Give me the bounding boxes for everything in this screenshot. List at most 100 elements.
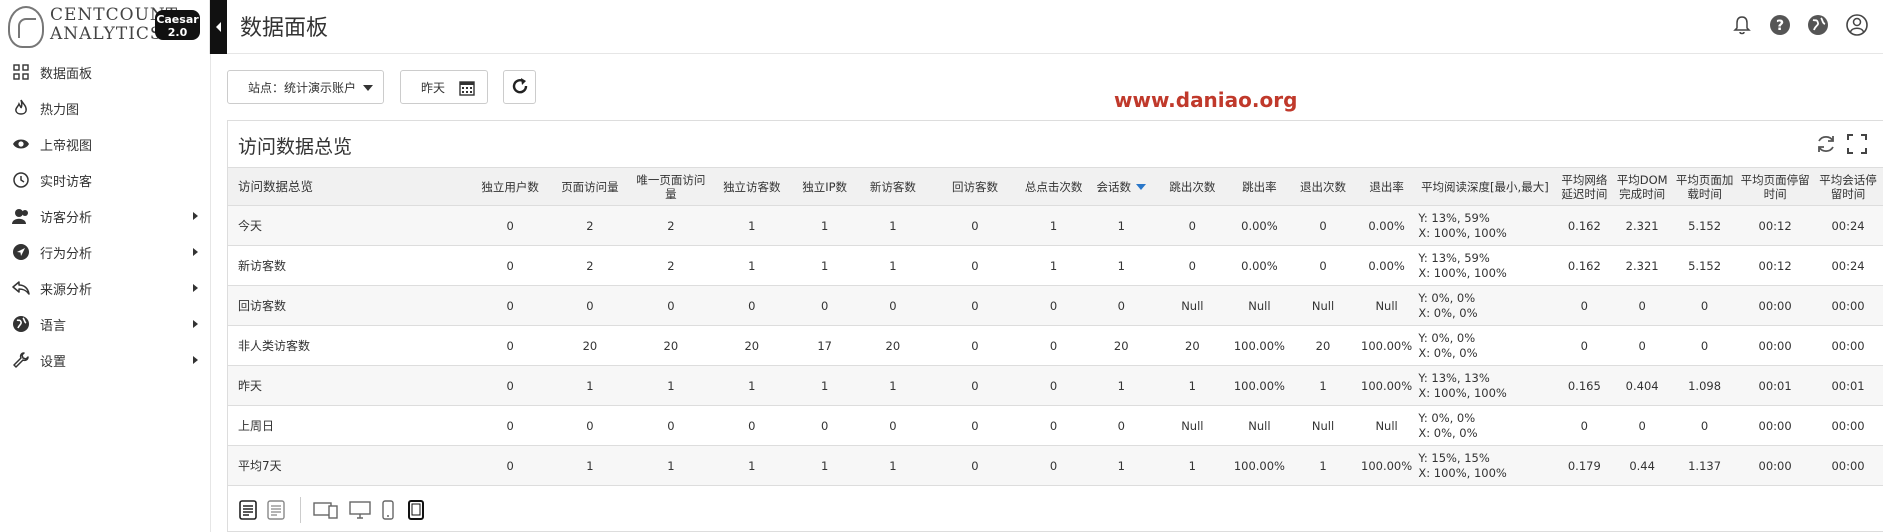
users-icon [12, 207, 30, 225]
table-cell: 0 [932, 245, 1018, 286]
help-icon[interactable]: ? [1768, 13, 1792, 37]
column-header[interactable]: 新访客数 [853, 167, 933, 206]
sidebar-item-heatmap[interactable]: 热力图 [0, 90, 210, 126]
table-cell: 1 [707, 445, 796, 486]
table-header-label[interactable]: 访问数据总览 [228, 167, 475, 206]
table-cell: 0 [474, 325, 546, 366]
table-cell: 1 [1287, 445, 1359, 486]
sort-desc-icon[interactable] [1135, 184, 1146, 190]
table-cell: 0 [1287, 205, 1359, 246]
sidebar-item-visitor-analysis[interactable]: 访客分析 [0, 198, 210, 234]
table-cell: 100.00% [1231, 325, 1288, 366]
sidebar-item-realtime[interactable]: 实时访客 [0, 162, 210, 198]
globe-icon [12, 315, 30, 333]
column-header-text: 退出次数 [1300, 179, 1346, 194]
table-cell: 0 [546, 405, 634, 446]
column-header[interactable]: 平均网络延迟时间 [1555, 167, 1614, 206]
table-cell: 20 [1287, 325, 1359, 366]
sidebar-collapse-button[interactable] [210, 0, 227, 54]
column-header-text: 独立访客数 [723, 179, 781, 194]
submenu-arrow-icon [193, 212, 198, 220]
sidebar-item-label: 访客分析 [40, 210, 93, 226]
table-cell: Null [1231, 405, 1288, 446]
brand-logo-area[interactable]: CENTCOUNT ANALYTICS Caesar 2.0 [0, 0, 210, 54]
reading-depth-x: X: 100%, 100% [1418, 465, 1507, 480]
table-cell: 00:00 [1812, 445, 1883, 486]
column-header[interactable]: 平均会话停留时间 [1812, 167, 1883, 206]
phone-icon[interactable] [378, 499, 398, 521]
refresh-button[interactable] [503, 70, 536, 104]
table-cell: 0 [474, 245, 546, 286]
column-header[interactable]: 总点击次数 [1017, 167, 1090, 206]
reading-depth-y: Y: 15%, 15% [1418, 450, 1490, 465]
column-header[interactable]: 退出次数 [1287, 167, 1359, 206]
sidebar-item-behavior-analysis[interactable]: 行为分析 [0, 234, 210, 270]
column-header[interactable]: 平均页面加载时间 [1671, 167, 1739, 206]
sidebar-item-settings[interactable]: 设置 [0, 342, 210, 378]
desktop-tablet-icon[interactable] [312, 499, 340, 521]
sidebar-item-language[interactable]: 语言 [0, 306, 210, 342]
site-select-dropdown[interactable]: 站点：统计演示账户 [227, 70, 384, 104]
sidebar-item-label: 来源分析 [40, 282, 93, 298]
table-cell: 0.00% [1231, 245, 1288, 286]
column-header[interactable]: 独立IP数 [795, 167, 854, 206]
column-header[interactable]: 会话数 [1089, 167, 1154, 206]
column-header[interactable]: 回访客数 [932, 167, 1018, 206]
sidebar-item-label: 数据面板 [40, 66, 93, 82]
calendar-icon [459, 80, 475, 99]
column-header[interactable]: 独立访客数 [707, 167, 796, 206]
table-cell: 0 [1671, 325, 1739, 366]
sidebar-item-source-analysis[interactable]: 来源分析 [0, 270, 210, 306]
table-cell: 1 [853, 205, 933, 246]
column-header[interactable]: 页面访问量 [546, 167, 634, 206]
table-cell: 0 [1287, 245, 1359, 286]
sidebar-item-label: 设置 [40, 354, 67, 370]
submenu-arrow-icon [193, 284, 198, 292]
table-cell: 00:24 [1812, 245, 1883, 286]
column-header[interactable]: 跳出次数 [1153, 167, 1232, 206]
table-cell: 0 [1555, 325, 1614, 366]
table-cell: 0 [1017, 325, 1090, 366]
column-header[interactable]: 平均阅读深度[最小,最大] [1414, 167, 1556, 206]
desktop-icon[interactable] [348, 499, 372, 521]
column-header[interactable]: 跳出率 [1231, 167, 1288, 206]
reading-depth-y: Y: 13%, 59% [1418, 250, 1490, 265]
date-picker[interactable]: 昨天 [400, 70, 488, 104]
table-cell: 0 [1613, 405, 1672, 446]
reading-depth-cell: Y: 15%, 15% X: 100%, 100% [1414, 445, 1556, 486]
panel-header: 访问数据总览 [228, 121, 1883, 167]
bell-icon[interactable] [1730, 13, 1754, 37]
column-header[interactable]: 平均DOM完成时间 [1613, 167, 1672, 206]
table-cell: 0 [1671, 285, 1739, 326]
fullscreen-icon[interactable] [1845, 132, 1869, 156]
reload-icon[interactable] [1814, 132, 1838, 156]
column-header[interactable]: 唯一页面访问量 [633, 167, 708, 206]
date-picker-value: 昨天 [421, 80, 446, 95]
list-view-icon[interactable] [266, 499, 286, 521]
reading-depth-x: X: 0%, 0% [1418, 425, 1478, 440]
table-cell: 00:12 [1738, 205, 1813, 246]
column-header[interactable]: 独立用户数 [474, 167, 546, 206]
table-cell: 0 [1017, 445, 1090, 486]
sidebar-item-god-view[interactable]: 上帝视图 [0, 126, 210, 162]
reading-depth-cell: Y: 0%, 0% X: 0%, 0% [1414, 325, 1556, 366]
column-header-text: 会话数 [1096, 179, 1131, 194]
reading-depth-cell: Y: 13%, 59% X: 100%, 100% [1414, 245, 1556, 286]
column-header[interactable]: 平均页面停留时间 [1738, 167, 1813, 206]
column-header[interactable]: 退出率 [1358, 167, 1415, 206]
table-cell: 1.098 [1671, 365, 1739, 406]
row-label: 上周日 [228, 405, 475, 446]
table-cell: 1 [1089, 205, 1154, 246]
reading-depth-x: X: 0%, 0% [1418, 345, 1478, 360]
table-cell: 0 [474, 405, 546, 446]
sidebar-item-dashboard[interactable]: 数据面板 [0, 54, 210, 90]
tablet-icon[interactable] [406, 499, 426, 521]
user-icon[interactable] [1845, 13, 1869, 37]
footer-divider [300, 497, 301, 523]
table-cell: Null [1153, 285, 1232, 326]
text-view-icon[interactable] [238, 499, 258, 521]
table-cell: 0 [474, 365, 546, 406]
globe-icon[interactable] [1806, 13, 1830, 37]
table-cell: 00:01 [1738, 365, 1813, 406]
table-cell: 1 [707, 245, 796, 286]
